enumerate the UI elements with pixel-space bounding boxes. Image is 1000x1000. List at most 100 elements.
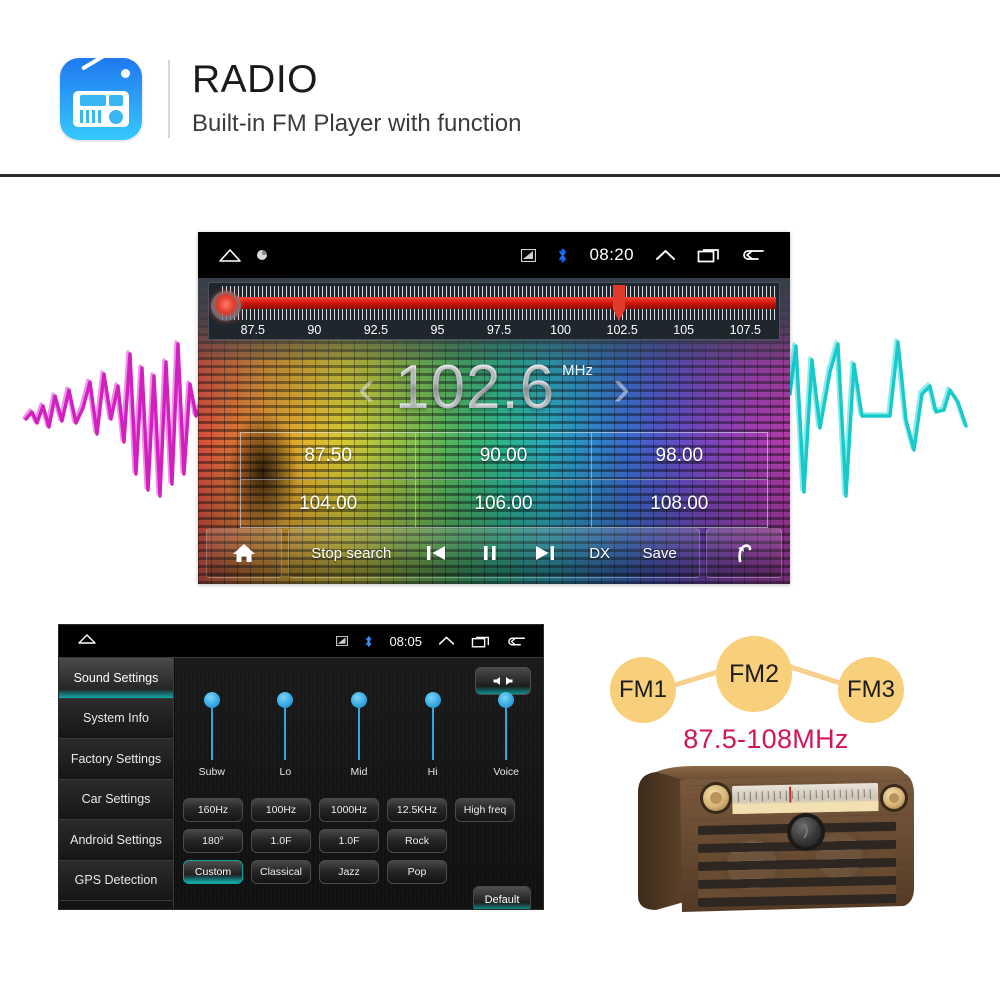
slider-track[interactable] [203, 692, 220, 760]
playback-control-bar: Stop search DX Save [198, 528, 790, 578]
bluetooth-icon[interactable] [364, 635, 373, 648]
status-bar-left [198, 247, 269, 263]
fm-frequency-range-label: 87.5-108MHz [683, 724, 849, 754]
recent-apps-icon[interactable] [471, 635, 491, 648]
slider-knob[interactable] [424, 692, 441, 708]
eq-button[interactable]: 1000Hz [319, 798, 379, 822]
radio-knob-icon [109, 110, 123, 124]
radio-dial-icon [80, 95, 106, 106]
recent-apps-icon[interactable] [697, 247, 721, 263]
skip-previous-icon [426, 546, 445, 560]
slider-track[interactable] [350, 692, 367, 760]
eq-slider-lo[interactable]: Lo [257, 692, 313, 778]
radio-dial-secondary-icon [109, 95, 123, 106]
sidebar-item-android-settings[interactable]: Android Settings [59, 820, 173, 861]
scale-label: 107.5 [729, 323, 761, 337]
default-button[interactable]: Default [473, 886, 531, 909]
eq-button[interactable]: 12.5KHz [387, 798, 447, 822]
eq-button-row-presets: Custom Classical Jazz Pop [183, 860, 535, 884]
home-icon [233, 544, 255, 562]
speaker-balance-icon [493, 677, 513, 685]
sidebar-item-factory-settings[interactable]: Factory Settings [59, 739, 173, 780]
preset-button[interactable]: 108.00 [592, 480, 767, 527]
eq-button[interactable]: 180° [183, 829, 243, 853]
stop-search-button[interactable]: Stop search [311, 545, 391, 562]
home-button[interactable] [206, 528, 282, 578]
slider-knob[interactable] [498, 692, 515, 708]
save-button[interactable]: Save [643, 545, 677, 562]
bluetooth-icon[interactable] [557, 247, 568, 264]
eq-button[interactable]: 1.0F [319, 829, 379, 853]
home-outline-icon[interactable] [77, 632, 97, 645]
slider-track[interactable] [498, 692, 515, 760]
slider-label: Subw [198, 766, 225, 778]
slider-track[interactable] [277, 692, 294, 760]
sidebar-item-car-settings[interactable]: Car Settings [59, 779, 173, 820]
sidebar-item-gps-detection[interactable]: GPS Detection [59, 860, 173, 901]
page-subtitle: Built-in FM Player with function [192, 109, 522, 137]
tuning-knob-indicator[interactable] [211, 291, 241, 321]
preset-button[interactable]: 90.00 [416, 433, 592, 480]
frequency-scale[interactable]: 87.5 90 92.5 95 97.5 100 102.5 105 107.5 [208, 282, 780, 340]
antenna-tip-icon [121, 69, 130, 78]
eq-button[interactable]: High freq [455, 798, 515, 822]
fm-link-1-2 [669, 668, 723, 689]
eq-preset-custom[interactable]: Custom [183, 860, 243, 884]
cyan-waveform [788, 338, 968, 498]
chevron-up-icon[interactable] [438, 635, 455, 647]
screen-cast-icon[interactable] [336, 636, 349, 646]
dx-button[interactable]: DX [589, 545, 610, 562]
page-header: RADIO Built-in FM Player with function [0, 0, 1000, 177]
eq-preset-jazz[interactable]: Jazz [319, 860, 379, 884]
eq-preset-classical[interactable]: Classical [251, 860, 311, 884]
preset-button[interactable]: 104.00 [241, 480, 417, 527]
sidebar-item-system-info[interactable]: System Info [59, 698, 173, 739]
eq-button-row-frequencies: 160Hz 100Hz 1000Hz 12.5KHz High freq [183, 798, 535, 822]
skip-previous-button[interactable] [424, 542, 448, 564]
slider-knob[interactable] [350, 692, 367, 708]
slider-track[interactable] [424, 692, 441, 760]
eq-slider-subw[interactable]: Subw [184, 692, 240, 778]
settings-status-right: 08:05 [336, 633, 543, 649]
slider-knob[interactable] [203, 692, 220, 708]
scale-label: 95 [430, 323, 445, 337]
home-outline-icon[interactable] [218, 247, 242, 263]
balance-fader-button[interactable] [475, 667, 531, 695]
pause-button[interactable] [480, 542, 500, 564]
sidebar-item-sound-settings[interactable]: Sound Settings [59, 658, 173, 699]
chevron-right-icon[interactable]: › [597, 362, 646, 414]
settings-clock: 08:05 [389, 633, 422, 649]
preset-button[interactable]: 106.00 [416, 480, 592, 527]
return-arrow-icon [738, 544, 752, 563]
preset-button[interactable]: 98.00 [591, 433, 767, 480]
chevron-up-icon[interactable] [655, 248, 676, 263]
slider-knob[interactable] [277, 692, 294, 708]
eq-button[interactable]: Rock [387, 829, 447, 853]
radio-head-unit-screen: 08:20 87.5 90 92.5 95 97.5 100 102.5 105… [198, 232, 790, 584]
small-app-icon[interactable] [256, 249, 269, 262]
equalizer-sliders: Subw Lo Mid Hi Voice [175, 692, 543, 792]
eq-button[interactable]: 100Hz [251, 798, 311, 822]
back-arrow-icon[interactable] [507, 635, 527, 648]
skip-next-button[interactable] [533, 542, 557, 564]
preset-grid: 87.50 90.00 98.00 104.00 106.00 108.00 [240, 432, 768, 528]
eq-button[interactable]: 1.0F [251, 829, 311, 853]
frequency-display-row: ‹ 102.6 MHz › [198, 352, 790, 424]
scale-label: 90 [307, 323, 322, 337]
return-button[interactable] [706, 528, 782, 578]
slider-label: Lo [279, 766, 292, 778]
back-arrow-icon[interactable] [742, 247, 766, 263]
skip-next-icon [535, 546, 554, 560]
preset-button[interactable]: 87.50 [241, 433, 417, 480]
scale-label: 92.5 [363, 323, 389, 337]
eq-slider-mid[interactable]: Mid [331, 692, 387, 778]
eq-button[interactable]: 160Hz [183, 798, 243, 822]
settings-status-left [59, 632, 97, 650]
scale-label: 100 [550, 323, 572, 337]
chevron-left-icon[interactable]: ‹ [342, 362, 391, 414]
slider-label: Mid [350, 766, 368, 778]
eq-slider-hi[interactable]: Hi [405, 692, 461, 778]
eq-slider-voice[interactable]: Voice [478, 692, 534, 778]
eq-preset-pop[interactable]: Pop [387, 860, 447, 884]
screen-cast-icon[interactable] [521, 248, 537, 262]
